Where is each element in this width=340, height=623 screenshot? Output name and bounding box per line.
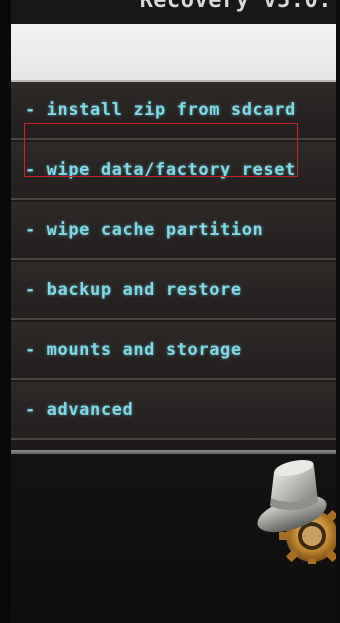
recovery-screen: Recovery v5.0. - install zip from sdcard… [0,0,340,623]
screen-right-edge [336,0,340,623]
menu-item-label: - advanced [25,400,134,420]
menu-item-label: - backup and restore [25,280,242,300]
recovery-title: Recovery v5.0. [139,0,332,13]
menu-item-advanced[interactable]: - advanced [11,382,340,440]
menu-item-label: - install zip from sdcard [25,100,296,120]
menu-item-mounts-storage[interactable]: - mounts and storage [11,322,340,380]
menu-item-install-zip[interactable]: - install zip from sdcard [11,82,340,140]
header-white-bar [11,24,340,82]
header-band: Recovery v5.0. [11,0,340,24]
menu-item-wipe-cache[interactable]: - wipe cache partition [11,202,340,260]
recovery-menu: - install zip from sdcard - wipe data/fa… [11,82,340,452]
clockworkmod-logo-icon [257,459,340,564]
menu-item-label: - wipe data/factory reset [25,160,296,180]
menu-item-label: - mounts and storage [25,340,242,360]
screen-left-edge [0,0,11,623]
menu-item-wipe-data[interactable]: - wipe data/factory reset [11,142,340,200]
menu-item-backup-restore[interactable]: - backup and restore [11,262,340,320]
menu-item-label: - wipe cache partition [25,220,264,240]
